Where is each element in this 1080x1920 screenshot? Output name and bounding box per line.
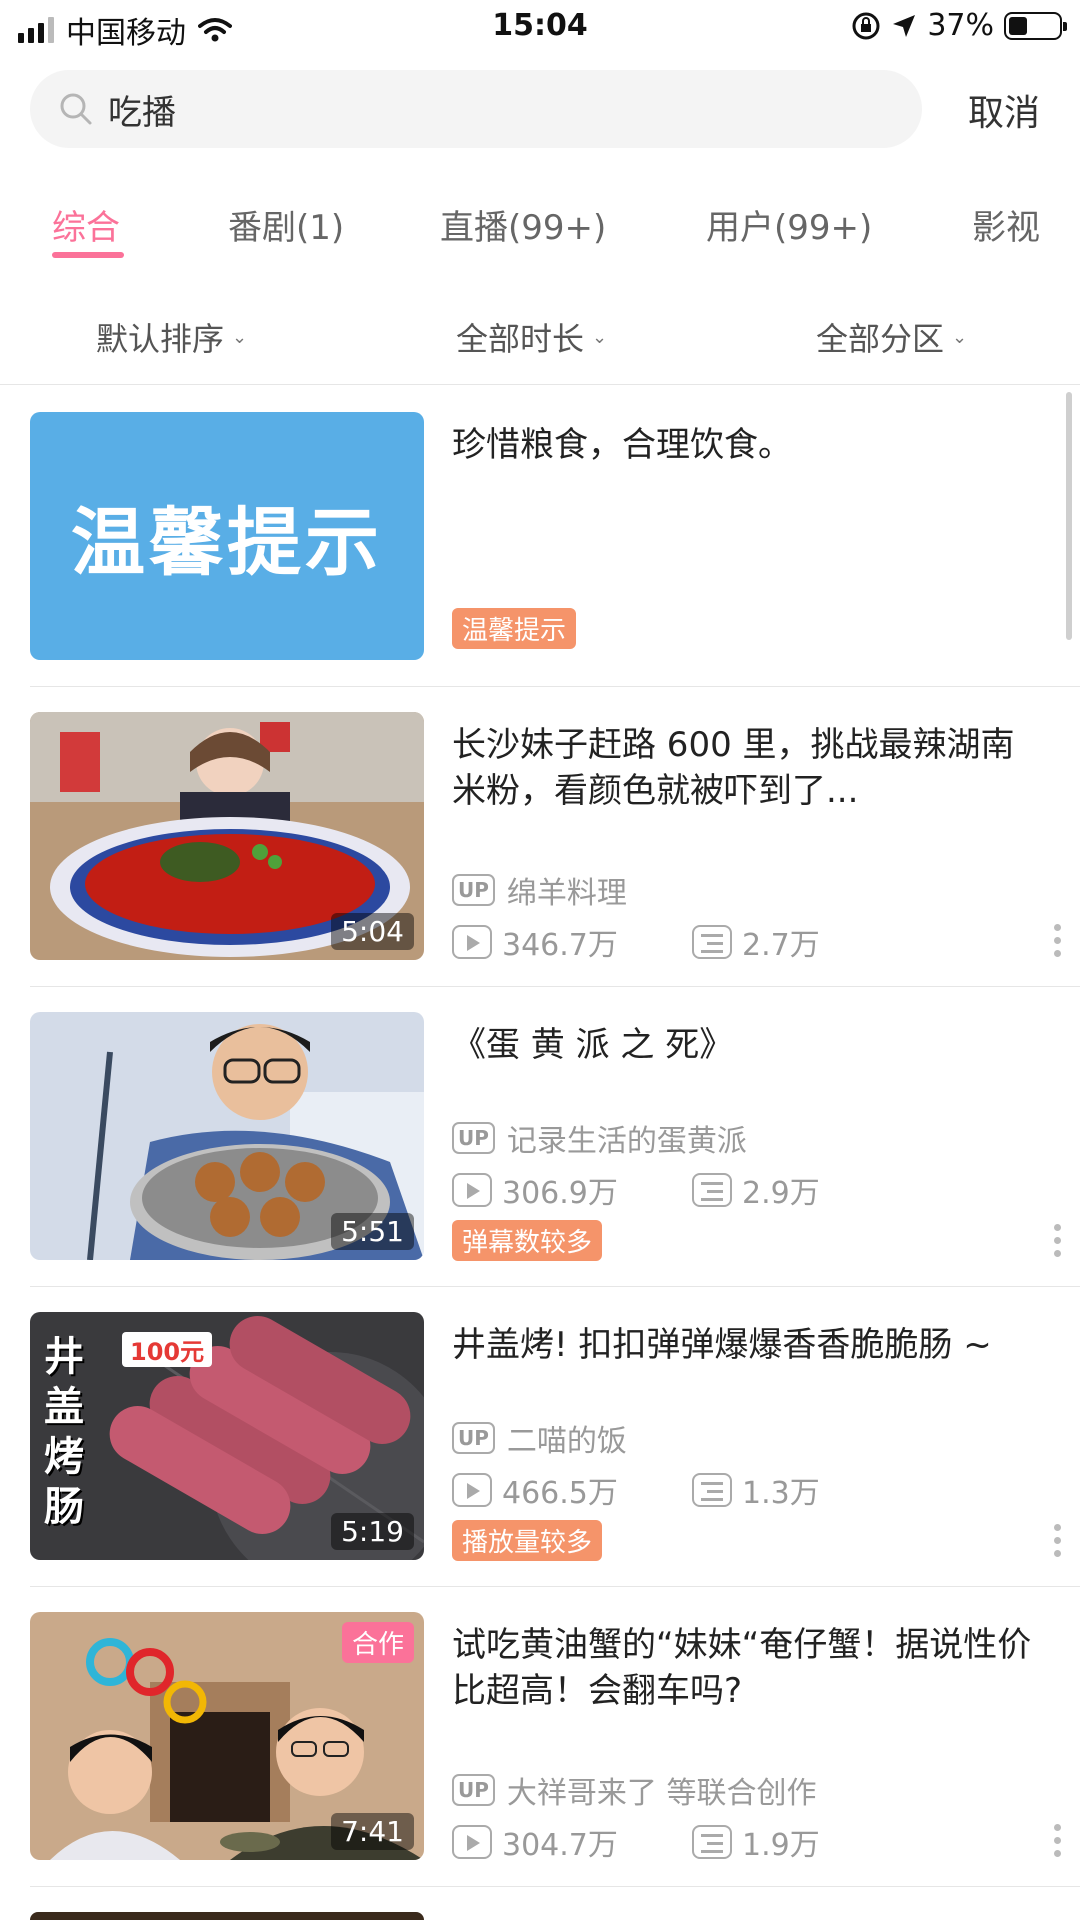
- category-filter-label: 全部分区: [816, 320, 945, 358]
- cancel-button[interactable]: 取消: [968, 84, 1040, 136]
- tab-movies[interactable]: 影视: [972, 200, 1040, 249]
- tab-live[interactable]: 直播(99+): [440, 200, 606, 249]
- search-input[interactable]: [108, 89, 868, 129]
- video-title[interactable]: 长沙妹子赶路 600 里，挑战最辣湖南米粉，看颜色就被吓到了...: [452, 722, 1042, 814]
- category-filter[interactable]: 全部分区 ⌄: [816, 314, 967, 360]
- uploader-row[interactable]: UP 记录生活的蛋黄派: [452, 1116, 747, 1160]
- tab-bar: 综合 番剧(1) 直播(99+) 用户(99+) 影视: [0, 190, 1080, 270]
- uploader-name: 二喵的饭: [506, 1424, 627, 1459]
- danmaku-icon: [692, 1825, 732, 1859]
- highlight-badge: 弹幕数较多: [452, 1220, 603, 1261]
- divider: [30, 1586, 1080, 1587]
- danmaku-count: 1.9万: [742, 1828, 820, 1863]
- stats-row: 466.5万 1.3万: [452, 1468, 932, 1512]
- play-count-icon: [452, 1173, 492, 1207]
- uploader-row[interactable]: UP 绵羊料理: [452, 868, 627, 912]
- notice-thumbnail-text: 温馨提示: [71, 499, 383, 586]
- status-bar: 中国移动 15:04 37%: [0, 0, 1080, 56]
- more-options-icon[interactable]: [1052, 924, 1062, 957]
- video-thumbnail[interactable]: 5:04: [30, 712, 424, 960]
- uploader-row[interactable]: UP 二喵的饭: [452, 1416, 627, 1460]
- danmaku-count: 2.9万: [742, 1176, 820, 1211]
- thumbnail-caption: 井盖烤肠: [44, 1334, 84, 1530]
- video-title[interactable]: 珍惜粮食，合理饮食。: [452, 422, 1042, 468]
- duration-filter-label: 全部时长: [456, 320, 585, 358]
- duration-filter[interactable]: 全部时长 ⌄: [456, 314, 607, 360]
- view-count: 304.7万: [502, 1828, 618, 1863]
- video-title[interactable]: 试吃黄油蟹的“妹妹“奄仔蟹！据说性价比超高！会翻车吗?: [452, 1622, 1042, 1714]
- more-options-icon[interactable]: [1052, 1524, 1062, 1557]
- video-card[interactable]: 井盖烤肠 100元 5:19 井盖烤! 扣扣弹弹爆爆香香脆脆肠 ~ UP 二喵的…: [30, 1312, 1080, 1562]
- tab-users[interactable]: 用户(99+): [706, 200, 872, 249]
- tab-all[interactable]: 综合: [52, 200, 120, 249]
- next-video-thumbnail[interactable]: [30, 1912, 424, 1920]
- play-count-icon: [452, 925, 492, 959]
- danmaku-icon: [692, 925, 732, 959]
- divider: [30, 1886, 1080, 1887]
- stats-row: 304.7万 1.9万: [452, 1820, 932, 1864]
- video-thumbnail[interactable]: 5:51: [30, 1012, 424, 1260]
- up-icon: UP: [452, 1122, 495, 1154]
- view-count: 466.5万: [502, 1476, 618, 1511]
- status-right: 37%: [851, 8, 1067, 43]
- up-icon: UP: [452, 1774, 495, 1806]
- tab-bangumi[interactable]: 番剧(1): [228, 200, 344, 249]
- view-count: 346.7万: [502, 928, 618, 963]
- sort-filter[interactable]: 默认排序 ⌄: [96, 314, 247, 360]
- play-count-icon: [452, 1825, 492, 1859]
- video-duration: 5:51: [331, 1213, 414, 1250]
- notice-badge: 温馨提示: [452, 608, 577, 649]
- danmaku-count: 1.3万: [742, 1476, 820, 1511]
- divider: [30, 986, 1080, 987]
- highlight-badge: 播放量较多: [452, 1520, 603, 1561]
- danmaku-icon: [692, 1173, 732, 1207]
- video-card[interactable]: 5:51 《蛋 黄 派 之 死》 UP 记录生活的蛋黄派 306.9万 2.9万…: [30, 1012, 1080, 1262]
- filter-bar: 默认排序 ⌄ 全部时长 ⌄ 全部分区 ⌄: [0, 300, 1080, 370]
- notice-thumbnail[interactable]: 温馨提示: [30, 412, 424, 660]
- uploader-name: 大祥哥来了 等联合创作: [506, 1776, 817, 1811]
- divider: [30, 1286, 1080, 1287]
- notice-card[interactable]: 温馨提示 珍惜粮食，合理饮食。 温馨提示: [30, 412, 1080, 662]
- tab-active-indicator: [52, 252, 124, 258]
- video-title[interactable]: 《蛋 黄 派 之 死》: [452, 1022, 1042, 1068]
- video-duration: 5:19: [331, 1513, 414, 1550]
- location-icon: [893, 14, 916, 37]
- chevron-down-icon: ⌄: [592, 326, 608, 348]
- up-icon: UP: [452, 1422, 495, 1454]
- orientation-lock-icon: [852, 12, 880, 39]
- divider: [30, 686, 1080, 687]
- thumbnail-price: 100元: [122, 1332, 213, 1367]
- more-options-icon[interactable]: [1052, 1824, 1062, 1857]
- video-thumbnail[interactable]: 井盖烤肠 100元 5:19: [30, 1312, 424, 1560]
- battery-icon: [1004, 11, 1067, 40]
- uploader-name: 记录生活的蛋黄派: [506, 1124, 747, 1159]
- search-bar[interactable]: [30, 70, 922, 148]
- uploader-name: 绵羊料理: [506, 876, 627, 911]
- play-count-icon: [452, 1473, 492, 1507]
- video-title[interactable]: 井盖烤! 扣扣弹弹爆爆香香脆脆肠 ~: [452, 1322, 1042, 1368]
- video-duration: 5:04: [331, 913, 414, 950]
- sort-filter-label: 默认排序: [96, 320, 225, 358]
- stats-row: 346.7万 2.7万: [452, 920, 932, 964]
- uploader-row[interactable]: UP 大祥哥来了 等联合创作: [452, 1768, 816, 1812]
- danmaku-count: 2.7万: [742, 928, 820, 963]
- battery-percent: 37%: [927, 8, 994, 43]
- coop-badge: 合作: [341, 1622, 414, 1663]
- chevron-down-icon: ⌄: [232, 326, 248, 348]
- chevron-down-icon: ⌄: [952, 326, 968, 348]
- divider: [0, 384, 1080, 385]
- view-count: 306.9万: [502, 1176, 618, 1211]
- video-card[interactable]: 5:04 长沙妹子赶路 600 里，挑战最辣湖南米粉，看颜色就被吓到了... U…: [30, 712, 1080, 964]
- search-icon: [60, 93, 92, 125]
- more-options-icon[interactable]: [1052, 1224, 1062, 1257]
- up-icon: UP: [452, 874, 495, 906]
- danmaku-icon: [692, 1473, 732, 1507]
- video-thumbnail[interactable]: 合作 7:41: [30, 1612, 424, 1860]
- video-card[interactable]: 合作 7:41 试吃黄油蟹的“妹妹“奄仔蟹！据说性价比超高！会翻车吗? UP 大…: [30, 1612, 1080, 1864]
- video-duration: 7:41: [331, 1813, 414, 1850]
- stats-row: 306.9万 2.9万: [452, 1168, 932, 1212]
